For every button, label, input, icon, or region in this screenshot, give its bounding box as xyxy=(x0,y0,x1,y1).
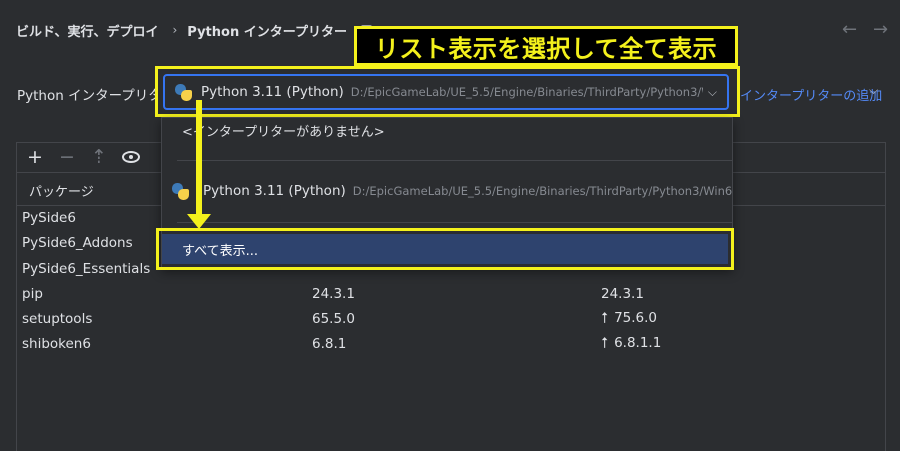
add-interpreter-link[interactable]: インタープリターの追加 xyxy=(740,85,882,104)
annotation-arrow-shaft xyxy=(196,100,202,218)
show-all-annotation-frame xyxy=(156,228,734,270)
package-version: 6.8.1 xyxy=(312,336,347,352)
package-latest-value: 75.6.0 xyxy=(614,310,658,326)
packages-toolbar: + − ⇡ xyxy=(26,146,140,168)
package-version: 24.3.1 xyxy=(312,286,355,302)
back-arrow-icon[interactable]: ← xyxy=(842,21,857,39)
package-name[interactable]: pip xyxy=(22,286,43,302)
add-interpreter-chevron-icon[interactable]: ⌵ xyxy=(869,83,878,98)
dropdown-divider xyxy=(177,222,733,223)
package-name[interactable]: setuptools xyxy=(22,311,92,327)
package-name[interactable]: PySide6_Essentials xyxy=(22,261,150,277)
breadcrumb: ビルド、実行、デプロイ › Python インタープリター xyxy=(16,20,372,40)
upgrade-arrow-icon[interactable]: ⭡ xyxy=(601,309,608,327)
option-name: Python 3.11 (Python) xyxy=(203,183,346,199)
package-latest: 24.3.1 xyxy=(601,286,644,302)
forward-arrow-icon[interactable]: → xyxy=(873,21,888,39)
upgrade-package-icon[interactable]: ⇡ xyxy=(90,147,108,167)
package-latest[interactable]: ⭡ 6.8.1.1 xyxy=(601,334,661,352)
breadcrumb-parent[interactable]: ビルド、実行、デプロイ xyxy=(16,21,158,40)
package-version: 65.5.0 xyxy=(312,311,355,327)
add-package-icon[interactable]: + xyxy=(26,147,44,167)
combo-annotation-frame xyxy=(155,66,740,117)
column-header-package[interactable]: パッケージ xyxy=(29,181,94,200)
upgrade-arrow-icon[interactable]: ⭡ xyxy=(601,334,608,352)
annotation-arrow-head-icon xyxy=(187,214,211,229)
option-no-interpreter[interactable]: <インタープリターがありません> xyxy=(182,121,385,140)
interpreter-label: Python インタープリター: xyxy=(17,88,157,104)
dropdown-divider xyxy=(177,160,733,161)
option-python-interpreter[interactable]: Python 3.11 (Python) D:/EpicGameLab/UE_5… xyxy=(172,181,732,201)
breadcrumb-current: Python インタープリター xyxy=(187,24,347,40)
package-latest-value: 24.3.1 xyxy=(601,286,644,302)
option-path: D:/EpicGameLab/UE_5.5/Engine/Binaries/Th… xyxy=(352,184,732,198)
breadcrumb-chevron-icon: › xyxy=(172,23,178,37)
package-name[interactable]: PySide6 xyxy=(22,210,76,226)
package-name[interactable]: shiboken6 xyxy=(22,336,91,352)
package-name[interactable]: PySide6_Addons xyxy=(22,235,133,251)
eye-icon[interactable] xyxy=(122,151,140,163)
remove-package-icon[interactable]: − xyxy=(58,147,76,167)
package-latest[interactable]: ⭡ 75.6.0 xyxy=(601,309,657,327)
package-latest-value: 6.8.1.1 xyxy=(614,335,662,351)
python-icon xyxy=(172,182,189,200)
annotation-callout: リスト表示を選択して全て表示 xyxy=(354,26,738,66)
